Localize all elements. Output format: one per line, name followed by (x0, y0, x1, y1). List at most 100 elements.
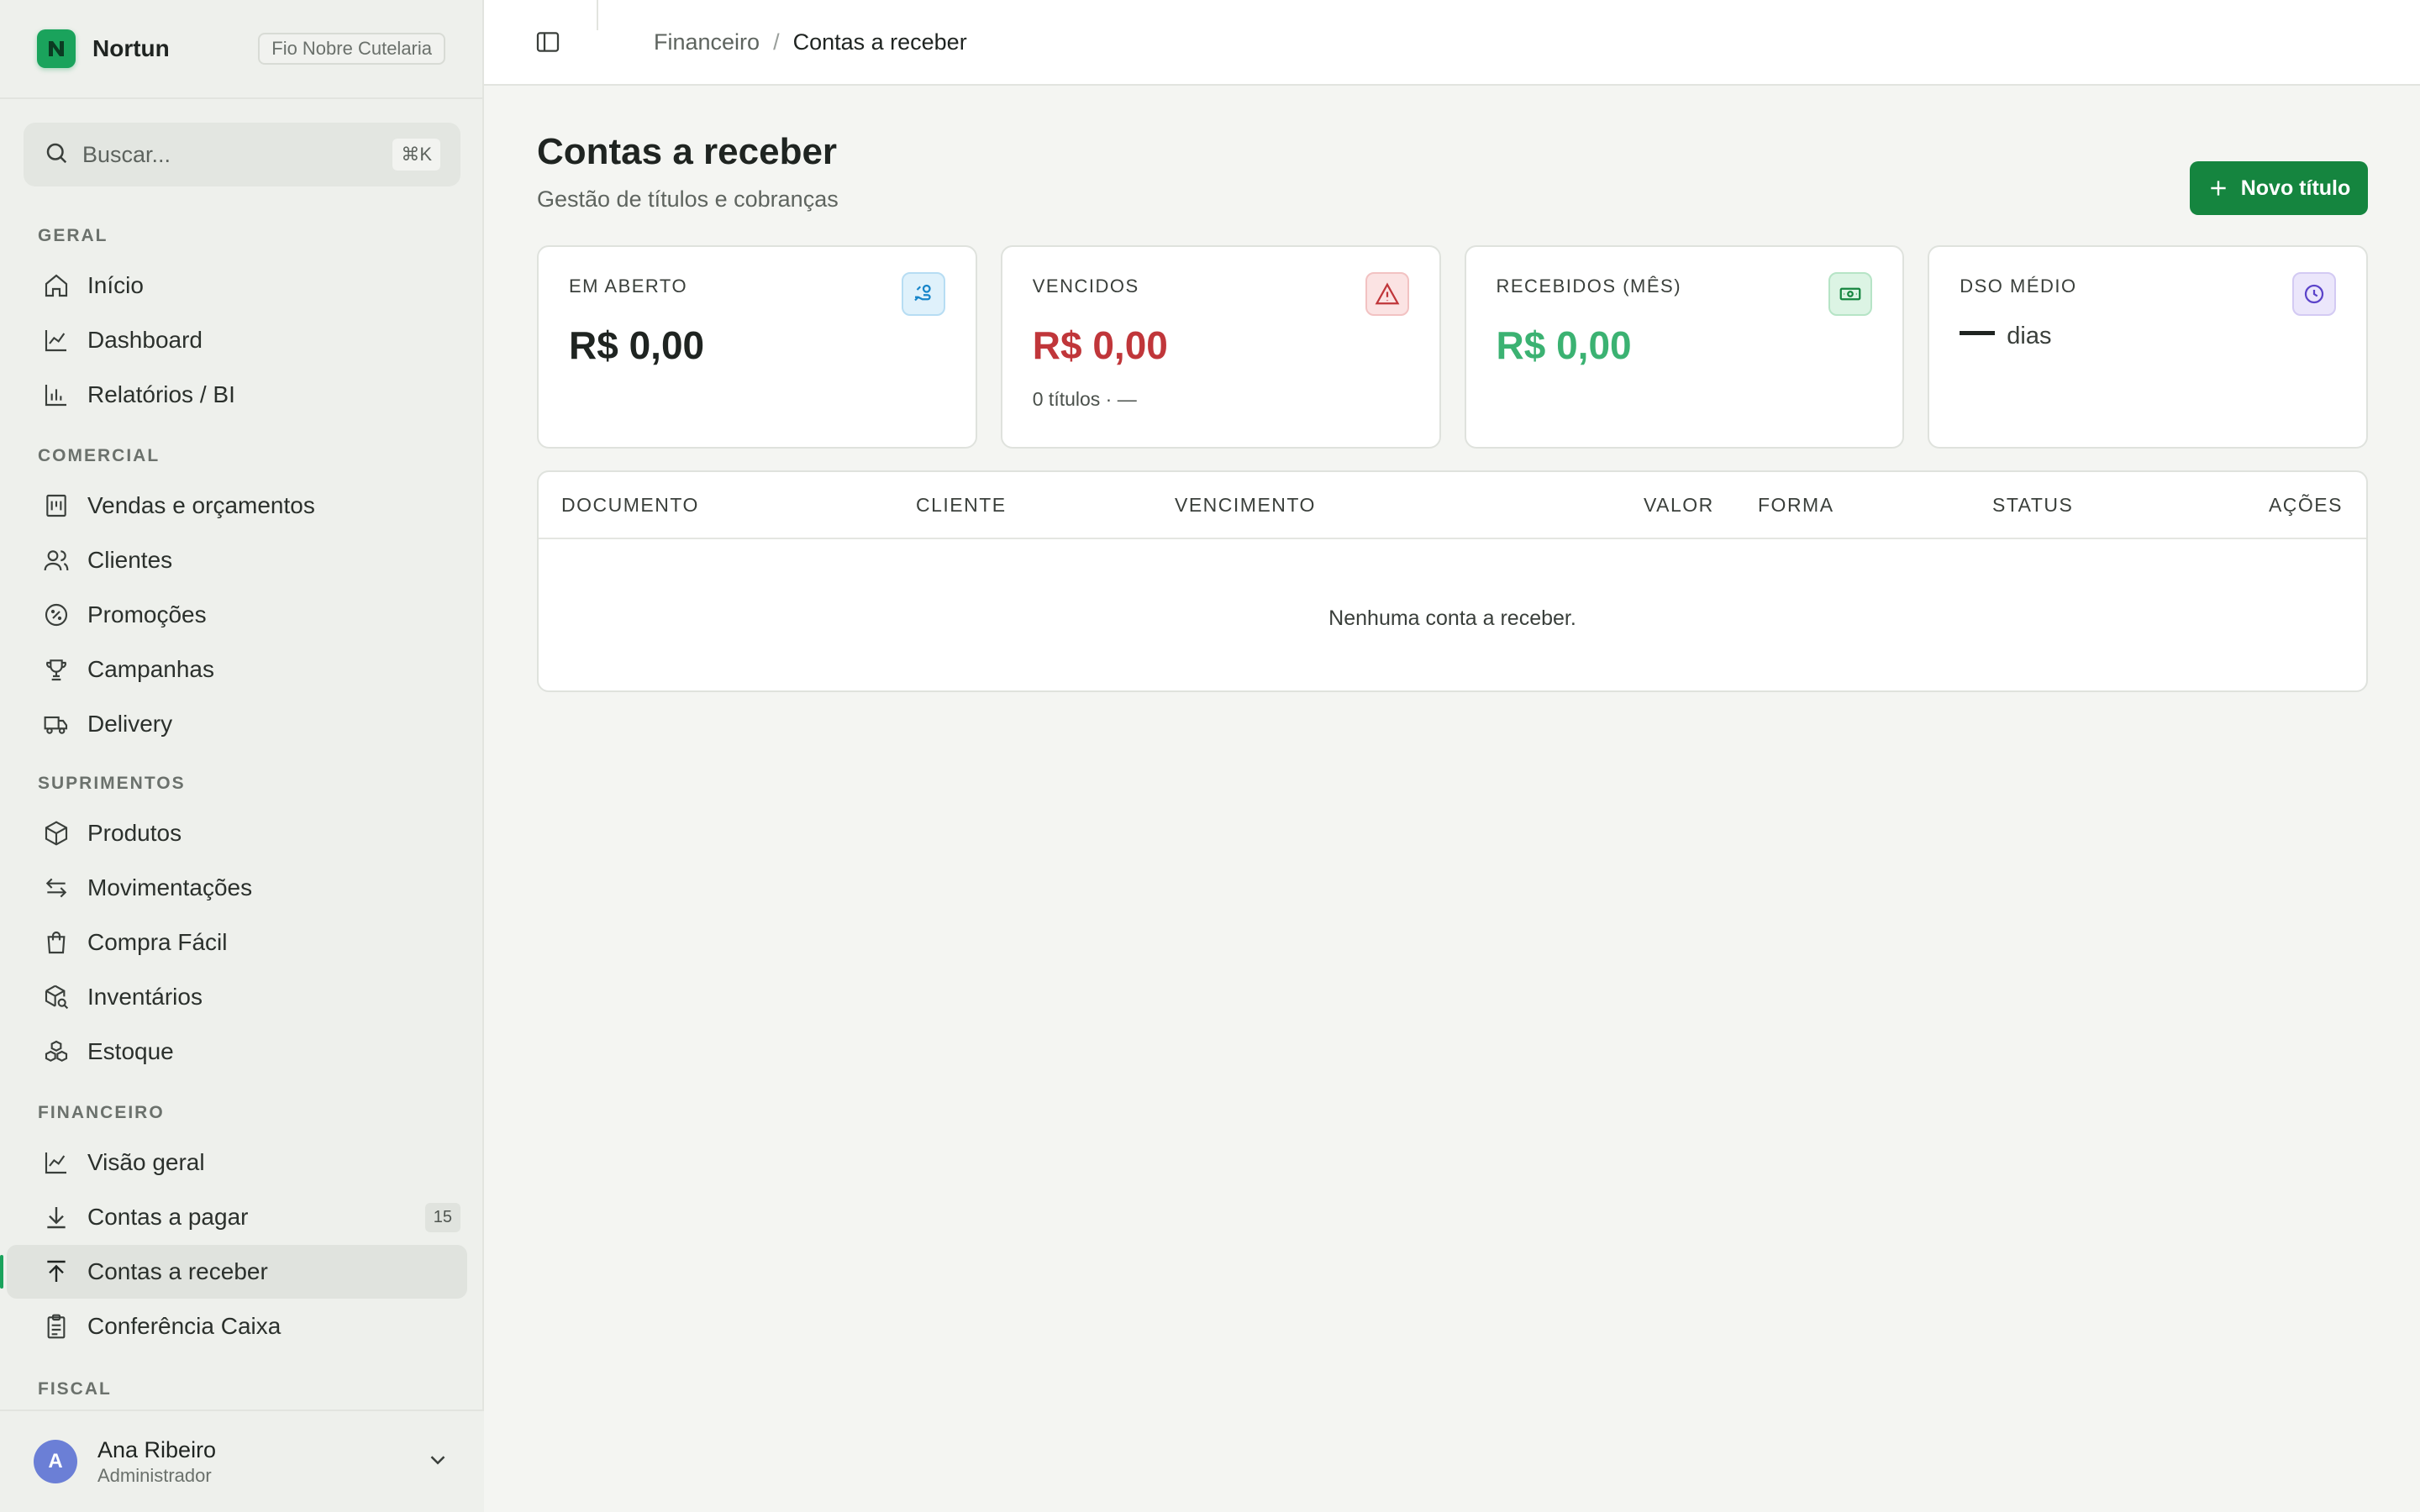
sidebar-item-delivery[interactable]: Delivery (7, 697, 467, 751)
sidebar-item-label: Campanhas (87, 656, 214, 682)
nav-section-fiscal: FISCAL (38, 1379, 112, 1399)
sidebar-item-label: Delivery (87, 711, 173, 737)
column-header[interactable]: DOCUMENTO (561, 494, 699, 517)
chevron-down-icon[interactable] (425, 1447, 450, 1477)
search-placeholder: Buscar... (82, 141, 171, 167)
sidebar-item-label: Dashboard (87, 327, 203, 353)
sidebar-item-label: Compra Fácil (87, 929, 228, 955)
column-header: AÇÕES (2268, 494, 2343, 516)
page-title: Contas a receber (537, 131, 838, 172)
avatar: A (34, 1440, 77, 1483)
new-title-label: Novo título (2240, 176, 2351, 200)
home-icon (42, 271, 71, 300)
sidebar-item-label: Vendas e orçamentos (87, 492, 315, 518)
sidebar-nav: GERAL Início Dashboard Relatórios / BI C… (0, 210, 484, 1403)
card-vencidos: VENCIDOS R$ 0,00 0 títulos · — (1000, 245, 1441, 449)
receivables-table: DOCUMENTO CLIENTE VENCIMENTO VALOR FORMA… (537, 470, 2368, 692)
download-icon (42, 1203, 71, 1231)
brand-header: Nortun Fio Nobre Cutelaria (0, 0, 482, 99)
sidebar-item-visao-geral[interactable]: Visão geral (7, 1136, 467, 1189)
arrows-left-right-icon (42, 874, 71, 902)
hand-coins-icon (901, 272, 945, 316)
card-label: VENCIDOS (1032, 276, 1139, 297)
user-role: Administrador (97, 1464, 212, 1486)
user-name: Ana Ribeiro (97, 1436, 217, 1462)
search-input[interactable]: Buscar... ⌘K (24, 123, 460, 186)
search-shortcut: ⌘K (392, 139, 440, 171)
card-label: RECEBIDOS (MÊS) (1496, 276, 1682, 297)
sidebar-item-label: Relatórios / BI (87, 381, 235, 407)
sidebar-item-conferencia-caixa[interactable]: Conferência Caixa (7, 1299, 467, 1353)
nav-section-suprimentos: SUPRIMENTOS (38, 774, 186, 793)
column-header[interactable]: FORMA (1758, 494, 1834, 517)
sidebar-toggle-icon[interactable] (531, 25, 565, 59)
column-header[interactable]: CLIENTE (916, 494, 1007, 517)
sidebar-item-promocoes[interactable]: Promoções (7, 588, 467, 642)
clock-icon (2292, 272, 2336, 316)
breadcrumb-parent[interactable]: Financeiro (654, 29, 760, 55)
banknote-icon (1828, 272, 1873, 316)
breadcrumb-separator: / (773, 29, 780, 55)
sidebar-item-vendas[interactable]: Vendas e orçamentos (7, 479, 467, 533)
card-value: R$ 0,00 (1032, 323, 1168, 367)
empty-state-message: Nenhuma conta a receber. (1328, 606, 1576, 630)
sidebar-item-movimentacoes[interactable]: Movimentações (7, 861, 467, 915)
sidebar-item-compra-facil[interactable]: Compra Fácil (7, 916, 467, 969)
alert-triangle-icon (1365, 272, 1409, 316)
sidebar-item-label: Promoções (87, 601, 207, 627)
brand-logo-icon[interactable] (37, 29, 76, 68)
column-header[interactable]: VALOR (1644, 494, 1714, 517)
line-chart-icon (42, 326, 71, 354)
topbar-divider (597, 0, 598, 30)
card-unit: dias (2007, 323, 2052, 349)
main-content: Contas a receber Gestão de títulos e cob… (484, 86, 2420, 1512)
kpi-cards: EM ABERTO R$ 0,00 VENCIDOS R$ 0,00 0 tít… (537, 245, 2368, 449)
sidebar-item-relatorios[interactable]: Relatórios / BI (7, 368, 467, 422)
column-header[interactable]: STATUS (1992, 494, 2073, 517)
sidebar-item-dashboard[interactable]: Dashboard (7, 313, 467, 367)
sidebar-item-label: Contas a receber (87, 1258, 268, 1284)
card-recebidos: RECEBIDOS (MÊS) R$ 0,00 (1464, 245, 1905, 449)
user-menu[interactable]: A Ana Ribeiro Administrador (0, 1410, 484, 1512)
sidebar-item-campanhas[interactable]: Campanhas (7, 643, 467, 696)
card-value: dias (1960, 323, 2336, 350)
empty-value-dash (1960, 331, 1996, 335)
clipboard-icon (42, 1312, 71, 1341)
sidebar-item-contas-a-receber[interactable]: Contas a receber (0, 1245, 467, 1299)
sidebar-item-label: Contas a pagar (87, 1204, 249, 1230)
users-icon (42, 546, 71, 575)
new-title-button[interactable]: Novo título (2190, 161, 2368, 215)
table-header: DOCUMENTO CLIENTE VENCIMENTO VALOR FORMA… (539, 472, 2366, 539)
sidebar-item-label: Conferência Caixa (87, 1313, 281, 1339)
plus-icon (2207, 177, 2229, 199)
nav-section-comercial: COMERCIAL (38, 446, 160, 465)
boxes-icon (42, 1037, 71, 1066)
topbar: Financeiro / Contas a receber (484, 0, 2420, 86)
sidebar: Nortun Fio Nobre Cutelaria Buscar... ⌘K … (0, 0, 484, 1512)
sidebar-item-produtos[interactable]: Produtos (7, 806, 467, 860)
box-icon (42, 819, 71, 848)
sidebar-item-label: Movimentações (87, 874, 253, 900)
shopping-bag-icon (42, 928, 71, 957)
package-search-icon (42, 983, 71, 1011)
sidebar-item-contas-a-pagar[interactable]: Contas a pagar 15 (7, 1190, 467, 1244)
sidebar-item-label: Clientes (87, 547, 173, 573)
sidebar-item-inicio[interactable]: Início (7, 259, 467, 312)
brand-name: Nortun (92, 35, 170, 61)
user-info: Ana Ribeiro Administrador (97, 1437, 216, 1487)
sidebar-item-label: Estoque (87, 1038, 174, 1064)
truck-icon (42, 710, 71, 738)
sidebar-item-label: Inventários (87, 984, 203, 1010)
line-chart-icon (42, 1148, 71, 1177)
receipt-icon (42, 491, 71, 520)
page-subtitle: Gestão de títulos e cobranças (537, 186, 839, 212)
sidebar-item-inventarios[interactable]: Inventários (7, 970, 467, 1024)
org-badge[interactable]: Fio Nobre Cutelaria (258, 33, 445, 65)
count-badge: 15 (424, 1202, 460, 1232)
nav-section-financeiro: FINANCEIRO (38, 1103, 165, 1122)
card-note: 0 títulos · — (1032, 388, 1137, 410)
sidebar-item-estoque[interactable]: Estoque (7, 1025, 467, 1079)
breadcrumb: Financeiro / Contas a receber (654, 29, 967, 55)
column-header[interactable]: VENCIMENTO (1175, 494, 1316, 517)
sidebar-item-clientes[interactable]: Clientes (7, 533, 467, 587)
